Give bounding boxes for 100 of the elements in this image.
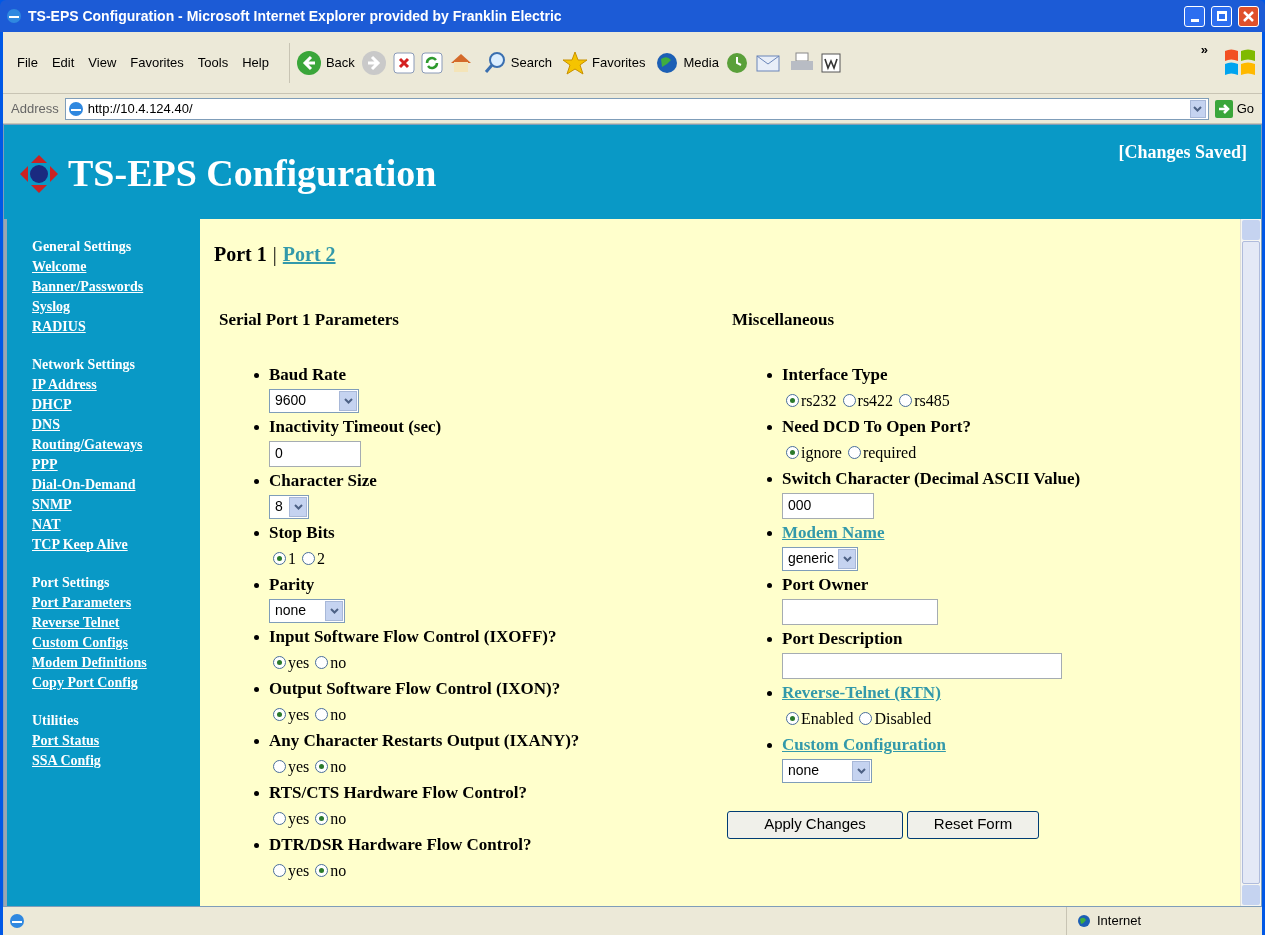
text-field[interactable]: 000 xyxy=(782,492,874,519)
sidebar-link[interactable]: Banner/Passwords xyxy=(32,277,144,297)
field-label: Stop Bits xyxy=(269,522,335,545)
maximize-button[interactable] xyxy=(1211,5,1232,27)
radio-button[interactable] xyxy=(302,552,315,565)
section-heading: Miscellaneous xyxy=(731,309,835,331)
menu-item[interactable]: Edit xyxy=(45,52,81,73)
radio-button[interactable] xyxy=(273,760,286,773)
toolbar-button[interactable]: Search xyxy=(482,50,552,75)
address-field[interactable]: http://10.4.124.40/ xyxy=(64,97,1209,120)
radio-label: no xyxy=(330,808,347,829)
radio-button[interactable] xyxy=(315,656,329,669)
radio-label: required xyxy=(862,442,917,464)
dropdown[interactable]: none xyxy=(269,598,345,623)
form-button[interactable]: Apply Changes xyxy=(727,810,903,839)
radio-button[interactable] xyxy=(786,712,799,725)
radio-button[interactable] xyxy=(786,394,799,407)
sidebar-link[interactable]: Copy Port Config xyxy=(32,673,138,693)
field-label: Input Software Flow Control (IXOFF)? xyxy=(269,626,557,649)
port-tab[interactable]: Port 1 xyxy=(214,239,267,269)
sidebar-link[interactable]: Dial-On-Demand xyxy=(32,475,136,495)
radio-button[interactable] xyxy=(315,812,329,825)
text-field[interactable] xyxy=(782,598,938,625)
field-label: Parity xyxy=(269,574,315,597)
radio-button[interactable] xyxy=(842,394,856,407)
field-label-link[interactable]: Custom Configuration xyxy=(782,732,946,758)
radio-button[interactable] xyxy=(273,708,286,721)
radio-button[interactable] xyxy=(847,446,861,459)
radio-button[interactable] xyxy=(273,552,286,565)
chevron-down-icon xyxy=(325,600,343,621)
radio-button[interactable] xyxy=(315,708,329,721)
radio-label: no xyxy=(330,860,347,881)
chevron-down-icon xyxy=(339,390,357,411)
sidebar-link[interactable]: Port Status xyxy=(32,731,100,751)
sidebar-link[interactable]: RADIUS xyxy=(32,317,86,337)
radio-button[interactable] xyxy=(273,864,286,877)
radio-label: no xyxy=(330,704,347,725)
refresh-icon[interactable] xyxy=(420,51,443,74)
field-label-link[interactable]: Modem Name xyxy=(782,520,885,546)
toolbar-overflow[interactable]: » xyxy=(1200,40,1208,60)
bullet-icon xyxy=(254,842,259,848)
sidebar-link[interactable]: Routing/Gateways xyxy=(32,435,143,455)
radio-button[interactable] xyxy=(315,864,329,877)
sidebar-link[interactable]: PPP xyxy=(32,455,58,475)
radio-label: yes xyxy=(288,808,310,830)
dropdown[interactable]: generic xyxy=(782,546,858,571)
stop-icon[interactable] xyxy=(392,51,415,74)
sidebar-link[interactable]: Welcome xyxy=(32,257,87,277)
radio-label: yes xyxy=(288,860,310,882)
bullet-icon xyxy=(254,372,259,378)
form-button[interactable]: Reset Form xyxy=(907,810,1039,839)
history-icon[interactable] xyxy=(724,50,749,75)
sidebar-link[interactable]: DNS xyxy=(32,415,60,435)
sidebar-link[interactable]: Reverse Telnet xyxy=(32,613,120,633)
bullet-icon xyxy=(254,478,259,484)
radio-label: Enabled xyxy=(801,708,854,729)
menu-item[interactable]: Tools xyxy=(191,52,235,73)
menu-item[interactable]: View xyxy=(82,52,123,73)
text-field[interactable] xyxy=(782,652,1062,679)
toolbar-button[interactable]: Favorites xyxy=(562,49,646,76)
radio-button[interactable] xyxy=(786,446,799,459)
arrow-right-icon xyxy=(1214,99,1233,118)
menu-item[interactable]: File xyxy=(11,52,44,73)
radio-button[interactable] xyxy=(273,656,286,669)
minimize-button[interactable] xyxy=(1184,5,1205,27)
toolbar-button[interactable]: Back xyxy=(295,49,355,76)
radio-button[interactable] xyxy=(859,712,873,725)
bullet-icon xyxy=(254,738,259,744)
dropdown[interactable]: none xyxy=(782,758,872,783)
sidebar-link[interactable]: IP Address xyxy=(32,375,97,395)
field-label: Need DCD To Open Port? xyxy=(782,416,971,439)
scrollbar[interactable] xyxy=(1240,219,1261,906)
sidebar-link[interactable]: DHCP xyxy=(32,395,72,415)
sidebar-link[interactable]: SNMP xyxy=(32,495,72,515)
field-label-link[interactable]: Reverse-Telnet (RTN) xyxy=(782,680,941,706)
word-icon[interactable] xyxy=(820,52,841,73)
sidebar-link[interactable]: SSA Config xyxy=(32,751,101,771)
radio-button[interactable] xyxy=(315,760,329,773)
sidebar-link[interactable]: Custom Configs xyxy=(32,633,129,653)
go-button[interactable]: Go xyxy=(1214,98,1254,119)
bullet-icon xyxy=(254,634,259,640)
sidebar-link[interactable]: Syslog xyxy=(32,297,71,317)
sidebar-link[interactable]: NAT xyxy=(32,515,61,535)
radio-button[interactable] xyxy=(273,812,286,825)
dropdown[interactable]: 9600 xyxy=(269,388,359,413)
menu-item[interactable]: Favorites xyxy=(124,52,190,73)
radio-label: yes xyxy=(288,704,310,726)
chevron-down-icon[interactable] xyxy=(1189,99,1206,118)
radio-button[interactable] xyxy=(899,394,913,407)
dropdown[interactable]: 8 xyxy=(269,494,309,519)
toolbar-button[interactable]: Media xyxy=(655,50,719,75)
sidebar-link[interactable]: Modem Definitions xyxy=(32,653,147,673)
sidebar-link[interactable]: TCP Keep Alive xyxy=(32,535,128,555)
port-tab[interactable]: Port 2 xyxy=(282,239,336,269)
close-button[interactable] xyxy=(1238,5,1259,27)
field-label: Switch Character (Decimal ASCII Value) xyxy=(782,468,1081,491)
text-field[interactable]: 0 xyxy=(269,440,361,467)
field-label: Inactivity Timeout (sec) xyxy=(269,416,442,439)
sidebar-link[interactable]: Port Parameters xyxy=(32,593,132,613)
menu-item[interactable]: Help xyxy=(236,52,275,73)
